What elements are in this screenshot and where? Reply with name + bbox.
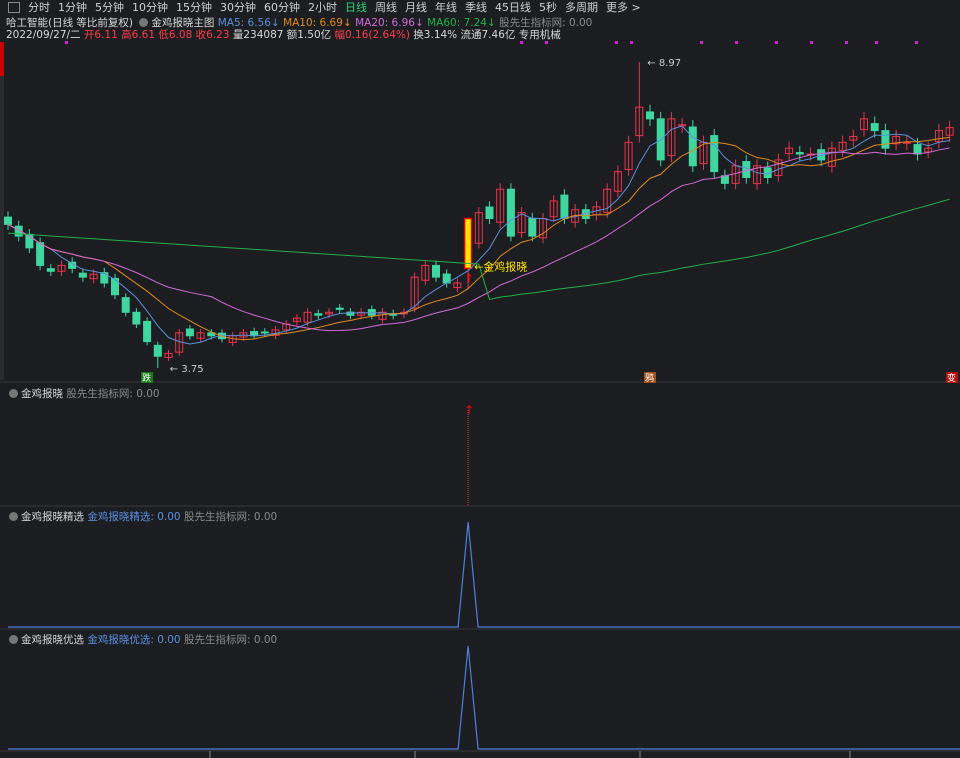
candle-body (560, 194, 569, 220)
panel-header-2: 金鸡报晓精选 金鸡报晓精选: 0.00 股先生指标网: 0.00 (6, 509, 277, 524)
marker-dot (735, 41, 738, 44)
up-arrow-icon: ↑ (464, 403, 474, 417)
panel-value: 金鸡报晓优选: 0.00 (87, 634, 181, 646)
marker-dot (775, 41, 778, 44)
candle-body (870, 123, 879, 132)
panel-site: 股先生指标网: 0.00 (66, 388, 160, 400)
marker-dot (700, 41, 703, 44)
marker-text: 跌 (142, 373, 151, 384)
signal-candle (463, 217, 473, 270)
candle-body (506, 188, 515, 237)
candle-body (688, 126, 697, 167)
candle-body (710, 135, 719, 173)
high-label: ← 8.97 (647, 58, 681, 69)
candle-body (185, 328, 194, 337)
indicator-line (8, 521, 960, 628)
marker-dot (915, 41, 918, 44)
marker-dot (630, 41, 633, 44)
candle-body (646, 111, 654, 120)
candle-body (528, 217, 537, 237)
candle-body (4, 216, 12, 225)
marker-dot (65, 41, 68, 44)
signal-label: ←金鸡报晓 (474, 259, 527, 273)
marker-text: 变 (947, 372, 956, 384)
marker-dot (845, 41, 848, 44)
panel-site: 股先生指标网: 0.00 (183, 511, 278, 523)
panel-header-3: 金鸡报晓优选 金鸡报晓优选: 0.00 股先生指标网: 0.00 (6, 632, 277, 647)
candle-body (314, 313, 323, 316)
marker-dot (875, 41, 878, 44)
signal-arrow-icon: ↑ (464, 271, 474, 285)
indicator-line (8, 645, 960, 750)
candle-body (795, 152, 804, 155)
low-label: ← 3.75 (170, 364, 204, 375)
candle-body (335, 307, 344, 310)
candle-body (121, 297, 130, 313)
marker-dot (615, 41, 618, 44)
candle-body (78, 272, 87, 278)
panel-value: 金鸡报晓精选: 0.00 (87, 511, 181, 523)
candle-body (260, 331, 269, 334)
candle-body (153, 344, 162, 357)
panel-name: 金鸡报晓 (21, 388, 63, 400)
marker-dot (545, 41, 548, 44)
candle-body (100, 272, 109, 284)
candle-body (143, 320, 152, 343)
panel-name: 金鸡报晓精选 (21, 511, 84, 523)
candle-body (881, 130, 890, 149)
panel-dropdown-icon[interactable] (9, 389, 18, 398)
candle-body (46, 268, 55, 272)
marker-dot (520, 41, 523, 44)
panel-header-1: 金鸡报晓 股先生指标网: 0.00 (6, 386, 160, 401)
candle-body (432, 264, 440, 278)
marker-text: 鸦 (645, 372, 654, 384)
panel-name: 金鸡报晓优选 (21, 634, 84, 646)
marker-dot (810, 41, 813, 44)
panel-dropdown-icon[interactable] (9, 512, 18, 521)
candle-body (485, 206, 494, 220)
candle-body (132, 311, 141, 325)
candle-body (36, 242, 45, 266)
candle-body (913, 144, 922, 155)
panel-site: 股先生指标网: 0.00 (183, 634, 278, 646)
panel-dropdown-icon[interactable] (9, 635, 18, 644)
